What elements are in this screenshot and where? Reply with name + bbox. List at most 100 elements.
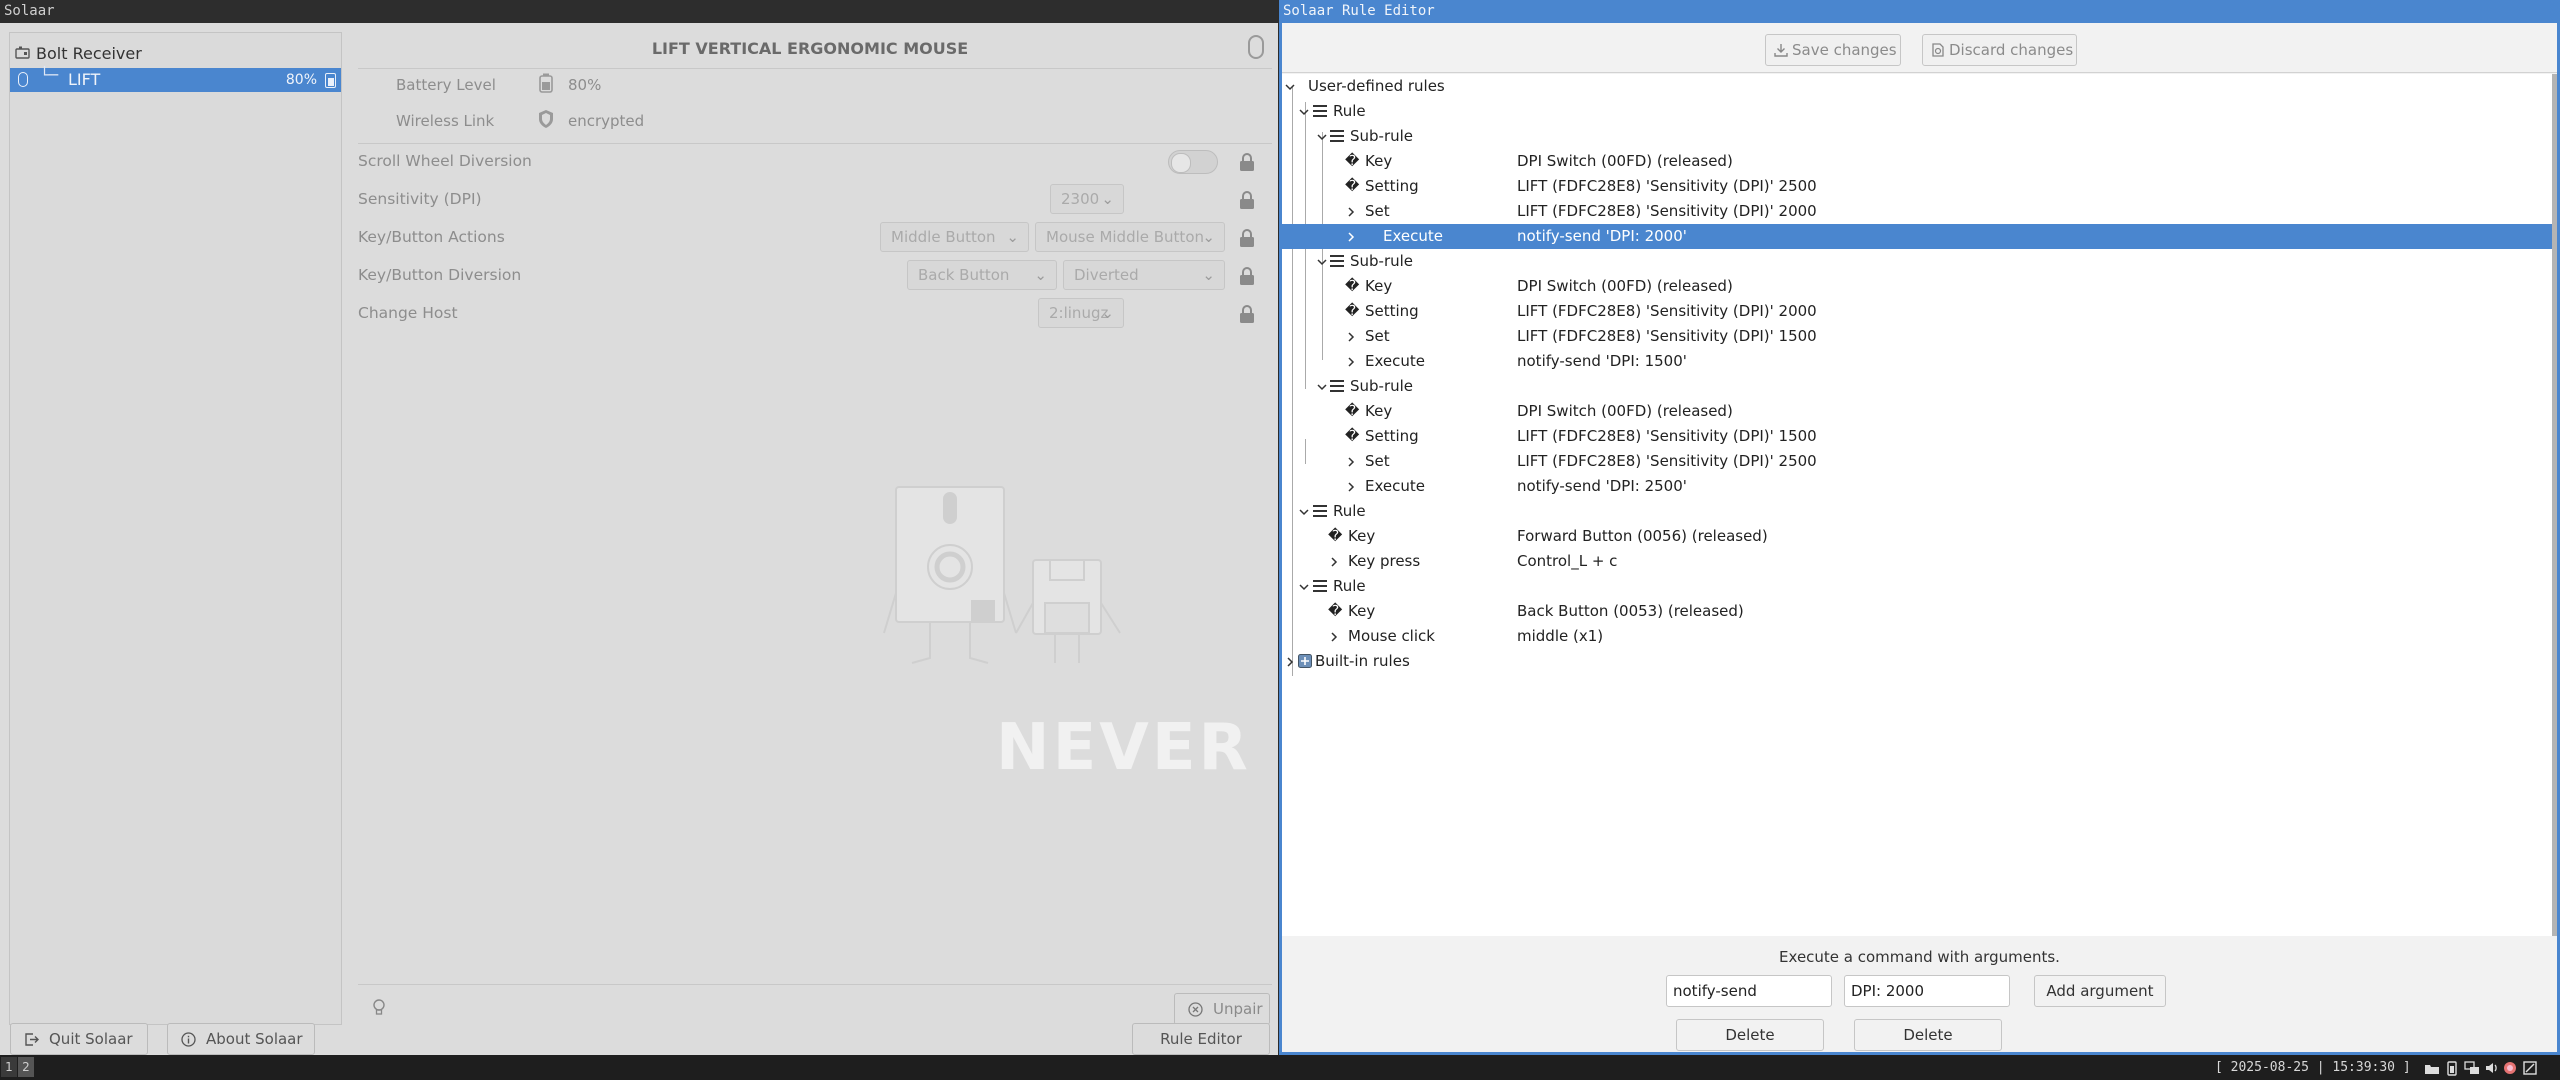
rule-editor-toolbar: Save changes Discard changes	[1282, 23, 2557, 73]
chevron-down-icon: ⌄	[1006, 228, 1019, 246]
quit-button[interactable]: Quit Solaar	[10, 1023, 148, 1055]
about-label: About Solaar	[206, 1030, 303, 1048]
sensitivity-value: 2300	[1061, 190, 1100, 208]
list-icon	[1330, 130, 1344, 142]
chevron-right-icon[interactable]	[1284, 656, 1296, 668]
tree-row-rule[interactable]: Rule	[1282, 499, 2552, 524]
tree-row-action[interactable]: Execute notify-send 'DPI: 1500'	[1282, 349, 2552, 374]
chevron-right-icon	[1348, 207, 1355, 217]
scrollbar[interactable]	[2552, 74, 2557, 936]
unknown-glyph-icon: �	[1345, 153, 1360, 169]
solaar-body: Bolt Receiver └─ LIFT 80% Quit Solaar Ab…	[0, 23, 1300, 1055]
chevron-down-icon: ⌄	[1202, 266, 1215, 284]
notification-icon[interactable]	[2502, 1060, 2518, 1076]
tree-row-condition[interactable]: � Key Back Button (0053) (released)	[1282, 599, 2552, 624]
chevron-down-icon[interactable]	[1316, 381, 1328, 393]
tree-row-action-selected[interactable]: Execute notify-send 'DPI: 2000'	[1282, 224, 2552, 249]
tree-row-action[interactable]: Key press Control_L + c	[1282, 549, 2552, 574]
add-argument-button[interactable]: Add argument	[2034, 975, 2166, 1007]
tree-row-action[interactable]: Mouse click middle (x1)	[1282, 624, 2552, 649]
battery-tray-icon[interactable]	[2444, 1060, 2460, 1076]
battery-level-value: 80%	[568, 76, 602, 94]
taskbar: 1 2 [ 2025-08-25 | 15:39:30 ]	[0, 1055, 2560, 1080]
receiver-icon	[15, 46, 30, 59]
chevron-down-icon[interactable]	[1298, 106, 1310, 118]
rule-editor-button[interactable]: Rule Editor	[1132, 1023, 1270, 1055]
workspace-2-button[interactable]: 2	[18, 1057, 34, 1077]
tree-row-action[interactable]: Execute notify-send 'DPI: 2500'	[1282, 474, 2552, 499]
device-name: LIFT	[68, 70, 101, 89]
lock-icon[interactable]	[1238, 266, 1256, 286]
key-actions-select-b[interactable]: Mouse Middle Button ⌄	[1035, 222, 1225, 252]
change-host-value: 2:linugz	[1049, 304, 1109, 322]
tree-row-subrule[interactable]: Sub-rule	[1282, 249, 2552, 274]
save-changes-button[interactable]: Save changes	[1765, 34, 1901, 66]
tree-row-condition[interactable]: � Key DPI Switch (00FD) (released)	[1282, 399, 2552, 424]
condition-label: Key	[1348, 602, 1376, 620]
volume-icon[interactable]	[2484, 1060, 2500, 1076]
unknown-glyph-icon: �	[1345, 403, 1360, 419]
condition-value: DPI Switch (00FD) (released)	[1517, 152, 1733, 170]
tree-row-action[interactable]: Set LIFT (FDFC28E8) 'Sensitivity (DPI)' …	[1282, 324, 2552, 349]
lock-icon[interactable]	[1238, 228, 1256, 248]
key-diversion-select-b[interactable]: Diverted ⌄	[1063, 260, 1225, 290]
condition-value: LIFT (FDFC28E8) 'Sensitivity (DPI)' 2000	[1517, 302, 1817, 320]
workspace-1-button[interactable]: 1	[1, 1057, 17, 1077]
tree-row-condition[interactable]: � Setting LIFT (FDFC28E8) 'Sensitivity (…	[1282, 299, 2552, 324]
tree-row-condition[interactable]: � Key Forward Button (0056) (released)	[1282, 524, 2552, 549]
tree-row-user-rules[interactable]: User-defined rules	[1282, 74, 2552, 99]
tree-row-builtin-rules[interactable]: Built-in rules	[1282, 649, 2552, 674]
device-title: LIFT VERTICAL ERGONOMIC MOUSE	[651, 39, 969, 58]
key-diversion-select-a[interactable]: Back Button ⌄	[907, 260, 1057, 290]
change-host-select[interactable]: 2:linugz ⌄	[1038, 298, 1124, 328]
chevron-down-icon[interactable]	[1316, 256, 1328, 268]
sensitivity-label: Sensitivity (DPI)	[358, 190, 482, 208]
tree-row-action[interactable]: Set LIFT (FDFC28E8) 'Sensitivity (DPI)' …	[1282, 199, 2552, 224]
chevron-down-icon[interactable]	[1316, 131, 1328, 143]
change-host-label: Change Host	[358, 304, 458, 322]
sensitivity-select[interactable]: 2300 ⌄	[1050, 184, 1124, 214]
receiver-item[interactable]: Bolt Receiver	[10, 42, 341, 66]
tree-row-condition[interactable]: � Key DPI Switch (00FD) (released)	[1282, 149, 2552, 174]
tree-connector: └─	[40, 66, 59, 84]
rule-editor-titlebar: Solaar Rule Editor	[1279, 0, 2560, 23]
argument-field[interactable]: DPI: 2000	[1844, 975, 2010, 1007]
chevron-down-icon[interactable]	[1298, 581, 1310, 593]
folder-icon[interactable]	[2424, 1060, 2440, 1076]
condition-value: LIFT (FDFC28E8) 'Sensitivity (DPI)' 1500	[1517, 427, 1817, 445]
about-button[interactable]: About Solaar	[167, 1023, 315, 1055]
tree-row-rule[interactable]: Rule	[1282, 574, 2552, 599]
solaar-tray-icon[interactable]	[2522, 1060, 2538, 1076]
divider	[358, 984, 1272, 985]
discard-changes-button[interactable]: Discard changes	[1922, 34, 2077, 66]
lock-icon[interactable]	[1238, 190, 1256, 210]
tree-row-condition[interactable]: � Key DPI Switch (00FD) (released)	[1282, 274, 2552, 299]
builtin-rules-icon	[1298, 654, 1312, 668]
chevron-down-icon: ⌄	[1034, 266, 1047, 284]
key-actions-select-a[interactable]: Middle Button ⌄	[880, 222, 1029, 252]
divider	[358, 68, 1272, 69]
tree-row-action[interactable]: Set LIFT (FDFC28E8) 'Sensitivity (DPI)' …	[1282, 449, 2552, 474]
argument-field[interactable]: notify-send	[1666, 975, 1832, 1007]
save-changes-label: Save changes	[1792, 41, 1897, 59]
device-item-lift[interactable]: └─ LIFT 80%	[10, 66, 341, 92]
cancel-icon	[1188, 1002, 1203, 1017]
network-icon[interactable]	[2464, 1060, 2480, 1076]
lock-icon[interactable]	[1238, 304, 1256, 324]
unknown-glyph-icon: �	[1345, 303, 1360, 319]
tree-row-rule[interactable]: Rule	[1282, 99, 2552, 124]
chevron-down-icon[interactable]	[1298, 506, 1310, 518]
scroll-wheel-diversion-toggle[interactable]	[1168, 150, 1218, 174]
chevron-down-icon[interactable]	[1284, 81, 1296, 93]
rule-editor-label: Rule Editor	[1160, 1030, 1242, 1048]
delete-argument-button[interactable]: Delete	[1676, 1019, 1824, 1051]
tree-row-condition[interactable]: � Setting LIFT (FDFC28E8) 'Sensitivity (…	[1282, 424, 2552, 449]
unpair-label: Unpair	[1213, 1000, 1263, 1018]
builtin-rules-label: Built-in rules	[1315, 652, 1410, 670]
unpair-button[interactable]: Unpair	[1174, 993, 1270, 1025]
tree-row-subrule[interactable]: Sub-rule	[1282, 374, 2552, 399]
tree-row-condition[interactable]: � Setting LIFT (FDFC28E8) 'Sensitivity (…	[1282, 174, 2552, 199]
tree-row-subrule[interactable]: Sub-rule	[1282, 124, 2552, 149]
lock-icon[interactable]	[1238, 152, 1256, 172]
delete-argument-button[interactable]: Delete	[1854, 1019, 2002, 1051]
